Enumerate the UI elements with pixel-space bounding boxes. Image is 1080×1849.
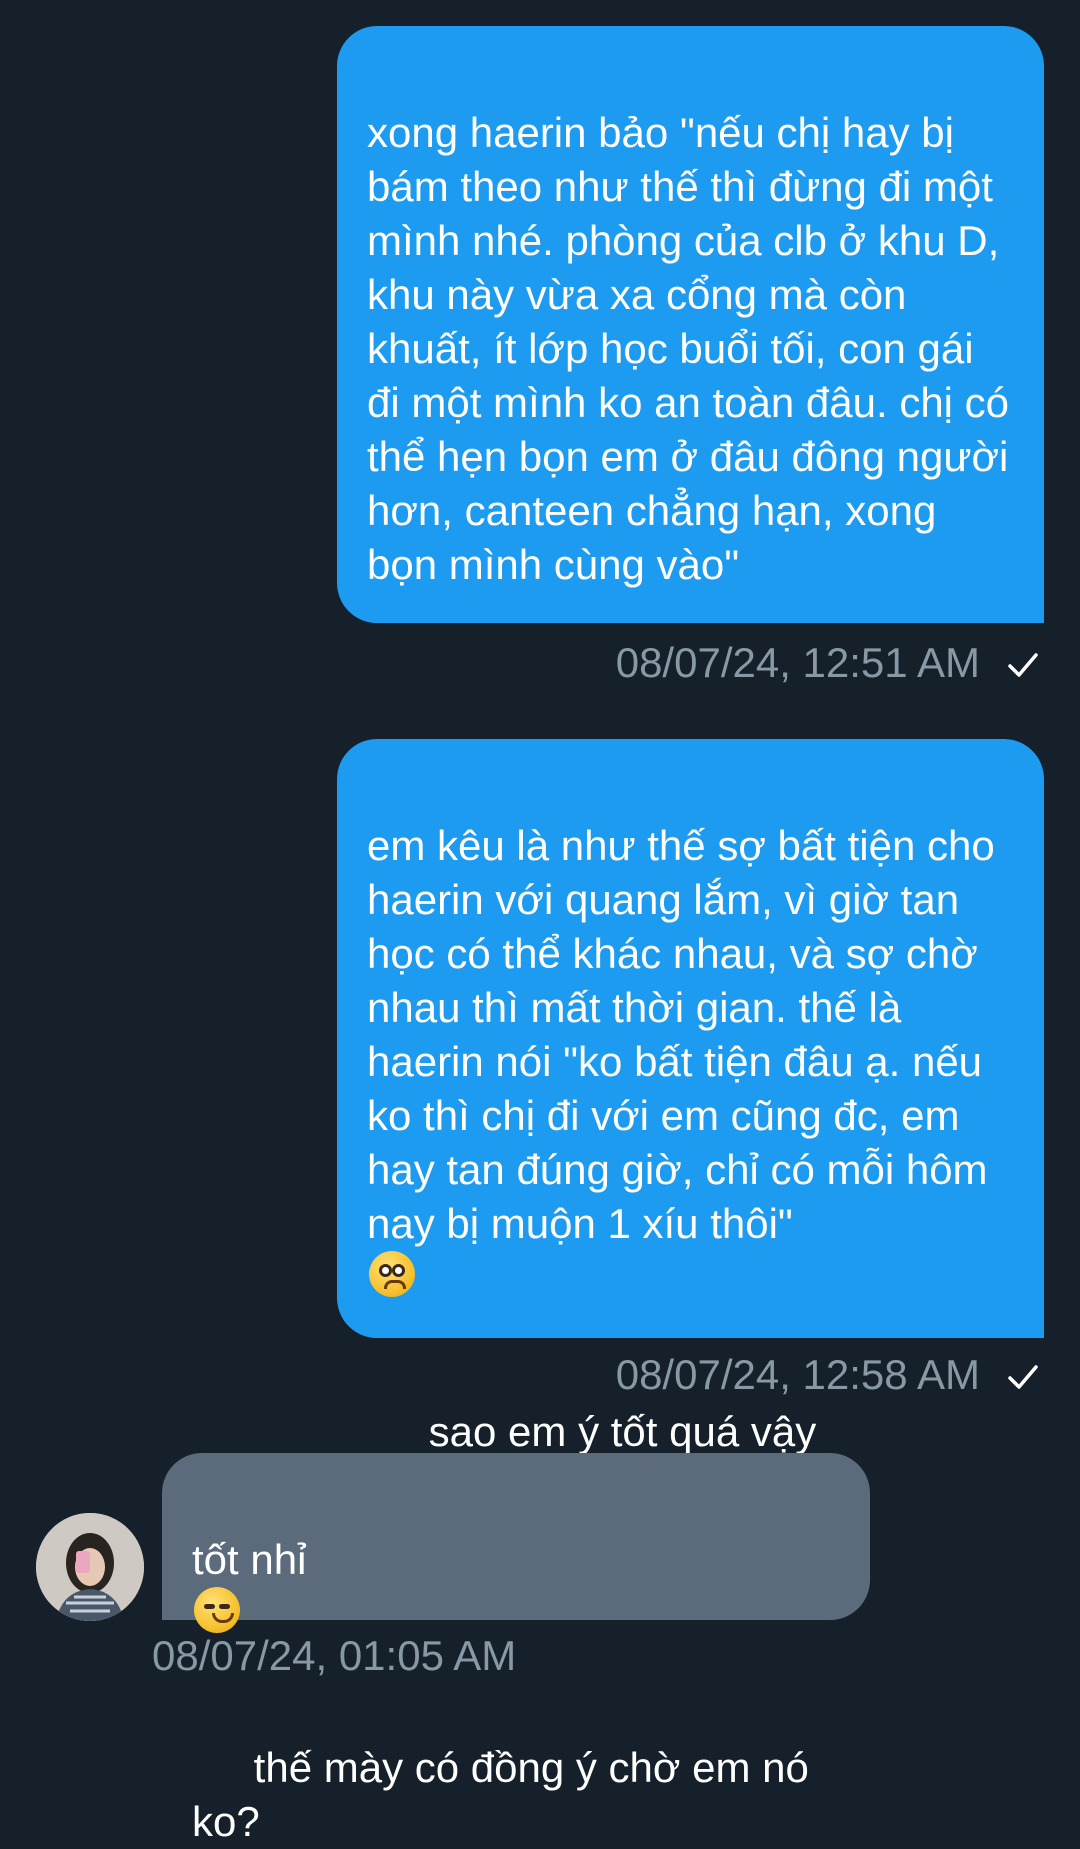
message-text: em kêu là như thế sợ bất tiện cho haerin… — [367, 822, 995, 1247]
avatar-image — [36, 1513, 144, 1621]
message-text: tốt nhỉ — [192, 1536, 307, 1583]
sent-check-icon — [1008, 1365, 1038, 1389]
message-timestamp: 08/07/24, 01:05 AM — [152, 1632, 517, 1679]
smirking-face-emoji — [194, 1587, 240, 1633]
sent-message-bubble[interactable]: em kêu là như thế sợ bất tiện cho haerin… — [337, 739, 1044, 1613]
message-text-tail: thế mày có đồng ý chờ em nó ko? — [192, 1744, 809, 1845]
user-avatar[interactable] — [36, 1513, 144, 1621]
pleading-face-emoji — [369, 1251, 415, 1297]
sent-message-bubble[interactable]: xong haerin bảo "nếu chị hay bị bám theo… — [337, 26, 1044, 623]
message-text-tail: sao em ý tốt quá vậy — [417, 1408, 817, 1455]
sent-check-icon — [1008, 653, 1038, 677]
received-message-bubble[interactable]: tốt nhỉ thế mày có đồng ý chờ em nó ko? — [162, 1453, 870, 1845]
message-text: xong haerin bảo "nếu chị hay bị bám theo… — [367, 109, 1010, 588]
message-timestamp: 08/07/24, 12:51 AM — [615, 639, 980, 686]
message-timestamp: 08/07/24, 12:58 AM — [615, 1351, 980, 1398]
